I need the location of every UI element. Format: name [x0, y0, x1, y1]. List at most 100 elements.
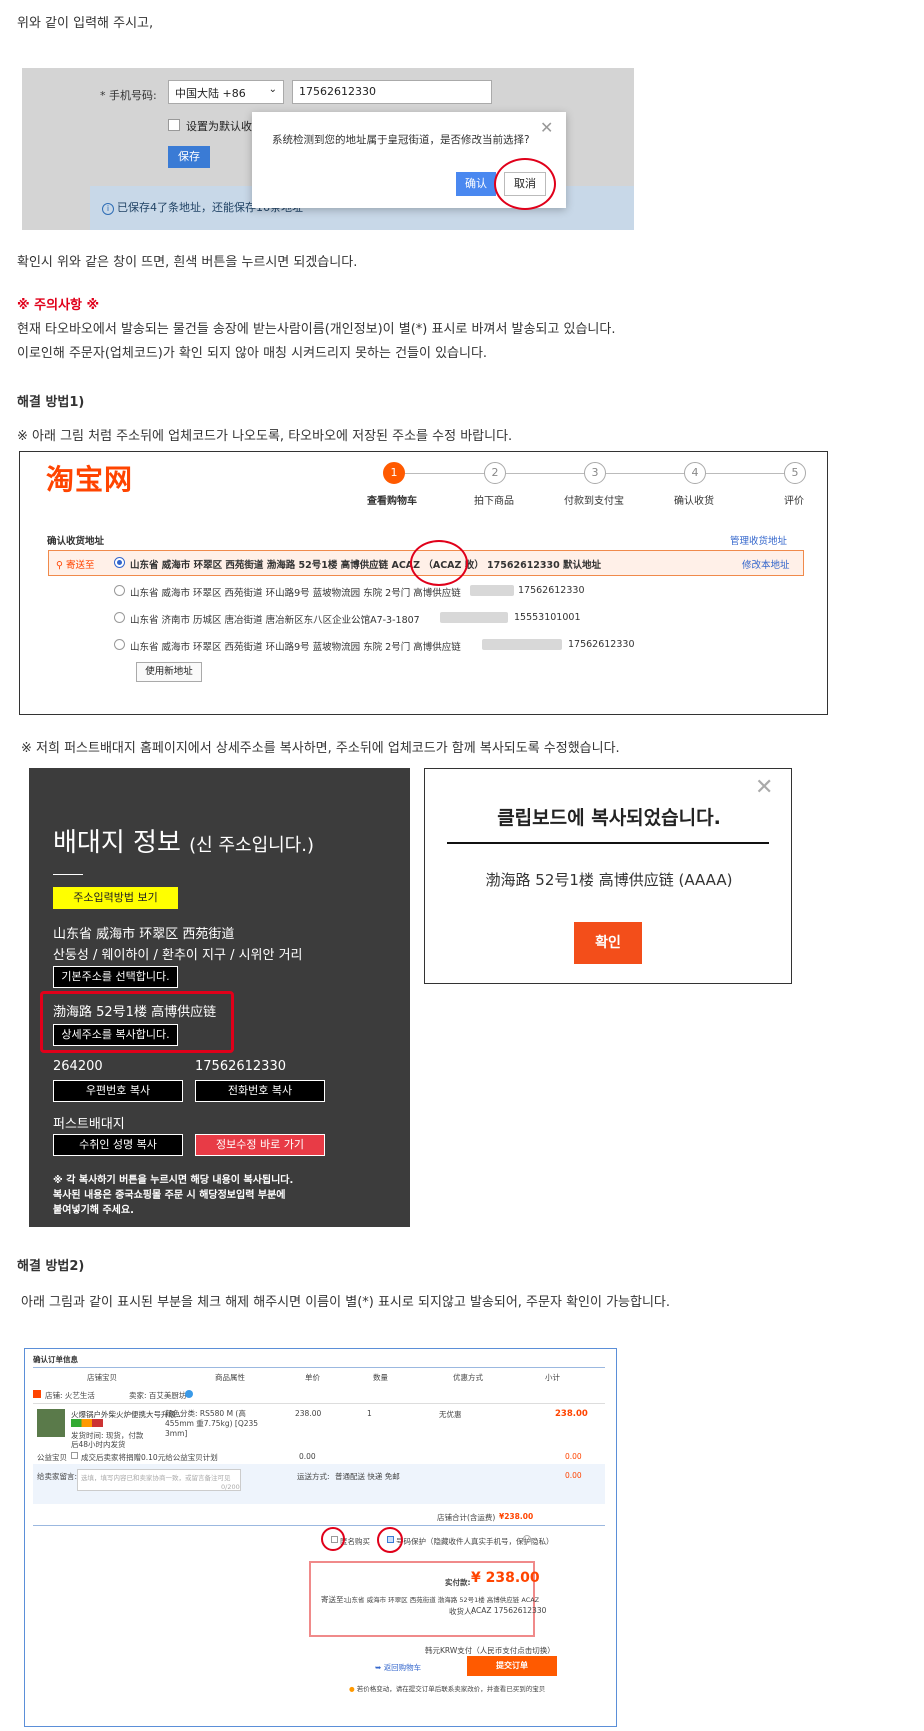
recipient-name: 퍼스트배대지 — [53, 1117, 125, 1132]
shop-name[interactable]: 店铺: 火艺生活 — [45, 1390, 95, 1401]
highlight-circle — [321, 1527, 345, 1551]
address-radio[interactable] — [114, 585, 125, 596]
col-header: 数量 — [373, 1373, 388, 1382]
detail-address: 渤海路 52号1楼 高博供应链 — [53, 1005, 217, 1020]
discount: 无优惠 — [439, 1410, 462, 1419]
copy-zip-button[interactable]: 우편번호 복사 — [53, 1080, 183, 1102]
quantity[interactable]: 1 — [367, 1409, 372, 1418]
blurred-name — [470, 585, 514, 596]
blurred-name — [482, 639, 562, 650]
confirm-dialog: 系统检测到您的地址属于皇冠街道，是否修改当前选择? ✕ 确认 取消 — [252, 112, 566, 210]
base-address-button[interactable]: 기본주소를 선택합니다. — [53, 966, 178, 988]
new-address-button[interactable]: 使用新地址 — [136, 662, 202, 682]
phone-label: * 手机号码: — [100, 89, 157, 102]
forwarding-address-panel: 배대지 정보 (신 주소입니다.) 주소입력방법 보기 山东省 威海市 环翠区 … — [29, 768, 410, 1227]
charity-price: 0.00 — [299, 1452, 316, 1461]
back-to-cart-link[interactable]: ➥ 返回购物车 — [375, 1662, 421, 1673]
country-select-value: 中国大陆 +86 — [175, 87, 246, 100]
panel-title: 배대지 정보 (신 주소입니다.) — [53, 822, 314, 859]
highlight-circle — [494, 158, 556, 210]
phone-input[interactable]: 17562612330 — [292, 80, 492, 104]
address-radio[interactable] — [114, 612, 125, 623]
address-4-text: 山东省 威海市 环翠区 西苑街道 环山路9号 蓝坡物流园 东院 2号门 高博供应… — [130, 642, 461, 653]
edit-address-link[interactable]: 修改本地址 — [742, 557, 790, 571]
footer-note: ● 若价格变动，请在提交订单后联系卖家改价，并查看已买到的宝贝 — [349, 1683, 545, 1693]
country-select[interactable]: 中国大陆 +86 ⌄ — [168, 80, 284, 104]
back-to-cart-text: 返回购物车 — [383, 1663, 422, 1672]
footer-note-text: 若价格变动，请在提交订单后联系卖家改价，并查看已买到的宝贝 — [356, 1685, 546, 1693]
copy-phone-button[interactable]: 전화번호 복사 — [195, 1080, 325, 1102]
seller-name: 卖家: 百艾美厨坊 — [129, 1391, 187, 1400]
address-radio-selected[interactable] — [114, 557, 125, 568]
shipping-value: 普通配送 快递 免邮 — [335, 1472, 400, 1481]
col-header: 单价 — [305, 1373, 320, 1382]
chat-icon[interactable] — [185, 1390, 193, 1398]
product-attr: 颜色分类: RS580 M (高455mm 重7.75kg) [Q235 3mm… — [165, 1409, 259, 1438]
notice-title: ※ 주의사항 ※ — [17, 298, 100, 313]
popup-content: 渤海路 52号1楼 高博供应链 (AAAA) — [485, 871, 733, 889]
panel-note-1: ※ 각 복사하기 버튼을 누르시면 해당 내용이 복사됩니다. — [53, 1175, 294, 1186]
manage-address-link[interactable]: 管理收货地址 — [730, 533, 787, 547]
copy-detail-button[interactable]: 상세주소를 복사합니다. — [53, 1024, 178, 1046]
close-icon[interactable]: ✕ — [540, 118, 553, 137]
popup-title: 클립보드에 복사되었습니다. — [497, 807, 721, 829]
solution2-desc: 아래 그림과 같이 표시된 부분을 체크 해제 해주시면 이름이 별(*) 표시… — [21, 1295, 671, 1310]
shipping-price: 0.00 — [565, 1471, 582, 1480]
product-meta: 发货时间: 现货，付款后48小时内发货 — [71, 1431, 144, 1449]
edit-info-button[interactable]: 정보수정 바로 가기 — [195, 1134, 325, 1156]
submit-order-button[interactable]: 提交订单 — [467, 1656, 557, 1676]
step-label-4: 确认收货 — [674, 496, 714, 507]
col-header: 优惠方式 — [453, 1373, 483, 1382]
product-thumbnail[interactable] — [37, 1409, 65, 1437]
help-icon[interactable] — [523, 1535, 531, 1543]
shop-total: ¥238.00 — [499, 1512, 534, 1521]
close-icon[interactable]: ✕ — [755, 775, 773, 800]
dialog-confirm-button[interactable]: 确认 — [456, 172, 496, 196]
charity-label: 公益宝贝 — [37, 1453, 67, 1462]
popup-ok-button[interactable]: 확인 — [574, 922, 642, 964]
ship-to-label: ⚲ 寄送至 — [56, 557, 95, 571]
ship-to-label: 寄送至: — [321, 1595, 347, 1604]
highlight-circle — [377, 1527, 403, 1553]
order-section-title: 确认订单信息 — [33, 1355, 78, 1364]
shipping-label: 运送方式: — [297, 1472, 330, 1481]
badge-icons — [71, 1419, 103, 1427]
krw-pay-option[interactable]: 韩元KRW支付（人民币支付点击切换） — [425, 1645, 555, 1656]
ship-to-value: 山东省 威海市 环翠区 西苑街道 渤海路 52号1楼 高博供应链 ACAZ — [345, 1596, 540, 1604]
address-3-phone: 15553101001 — [514, 612, 581, 623]
panel-note-3: 붙여넣기해 주세요. — [53, 1205, 134, 1216]
taobao-logo: 淘宝网 — [46, 463, 134, 496]
warning-icon: ● — [349, 1685, 355, 1693]
message-placeholder: 选填，填写内容已和卖家协商一致，或留言备注可见 — [81, 1474, 231, 1482]
info-icon: i — [102, 203, 114, 215]
step-2: 2 — [484, 462, 506, 484]
step-label-1: 查看购物车 — [367, 496, 417, 507]
address-2-text: 山东省 威海市 环翠区 西苑街道 环山路9号 蓝坡物流园 东院 2号门 高博供应… — [130, 588, 461, 599]
ship-to-text: 寄送至 — [66, 560, 95, 571]
default-address-checkbox[interactable] — [168, 119, 180, 131]
message-label: 给卖家留言: — [37, 1472, 78, 1481]
modal-screenshot: * 手机号码: 中国大陆 +86 ⌄ 17562612330 设置为默认收货地址 … — [22, 68, 634, 230]
solution1b-desc: ※ 저희 퍼스트배대지 홈페이지에서 상세주소를 복사하면, 주소뒤에 업체코드… — [21, 741, 620, 756]
step-label-5: 评价 — [784, 496, 804, 507]
highlight-circle — [410, 540, 468, 586]
address-2-phone: 17562612330 — [518, 585, 585, 596]
shop-total-label: 店铺合计(含运费) — [437, 1513, 496, 1522]
address-kr: 산둥성 / 웨이하이 / 환추이 지구 / 시위안 거리 — [53, 948, 303, 963]
shop-icon — [33, 1390, 41, 1398]
panel-note-2: 복사된 내용은 중국쇼핑몰 주문 시 해당정보입력 부분에 — [53, 1190, 286, 1201]
step-5: 5 — [784, 462, 806, 484]
charity-subtotal: 0.00 — [565, 1452, 582, 1461]
charity-checkbox[interactable] — [71, 1452, 78, 1459]
pay-amount: ¥ 238.00 — [471, 1570, 540, 1586]
order-screenshot: 确认订单信息 店铺宝贝 商品属性 单价 数量 优惠方式 小计 店铺: 火艺生活 … — [24, 1348, 617, 1727]
save-button[interactable]: 保存 — [168, 146, 210, 168]
copy-recipient-button[interactable]: 수취인 성명 복사 — [53, 1134, 183, 1156]
address-4-phone: 17562612330 — [568, 639, 635, 650]
title-divider — [53, 874, 83, 875]
address-radio[interactable] — [114, 639, 125, 650]
address-section-title: 确认收货地址 — [47, 536, 105, 547]
howto-button[interactable]: 주소입력방법 보기 — [53, 887, 178, 909]
col-header: 店铺宝贝 — [87, 1373, 117, 1382]
popup-divider — [447, 842, 769, 844]
